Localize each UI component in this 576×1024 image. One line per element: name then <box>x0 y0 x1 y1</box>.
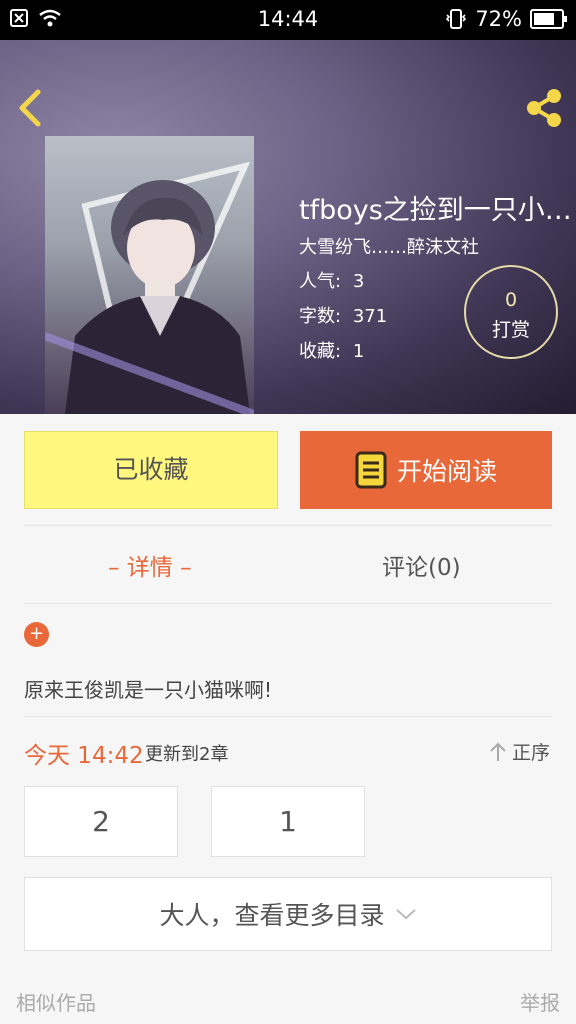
chevron-left-icon <box>19 89 41 127</box>
stat-value: 371 <box>352 306 388 327</box>
expand-button[interactable]: + <box>24 622 49 647</box>
sort-order-label: 正序 <box>512 742 551 764</box>
book-author[interactable]: 大雪纷飞……醉沫文社 <box>299 233 479 259</box>
view-more-label: 大人，查看更多目录 <box>159 901 385 930</box>
book-cover[interactable] <box>45 136 254 414</box>
favorited-button[interactable]: 已收藏 <box>24 431 278 509</box>
stat-label: 字数: <box>299 306 342 327</box>
tab-detail[interactable]: – 详情 – <box>108 548 192 582</box>
divider <box>24 603 552 604</box>
reward-count: 0 <box>504 289 518 311</box>
stat-value: 3 <box>352 271 365 292</box>
similar-works-heading: 相似作品 <box>16 991 96 1015</box>
view-more-catalog-button[interactable]: 大人，查看更多目录 <box>24 877 552 951</box>
stat-label: 人气: <box>299 271 342 292</box>
book-description: 原来王俊凯是一只小猫咪啊! <box>24 678 273 702</box>
status-bar: 14:44 72% <box>0 0 576 40</box>
chapter-item[interactable]: 1 <box>211 786 365 857</box>
vibrate-icon <box>446 9 467 29</box>
stat-favorites: 收藏: 1 <box>299 337 364 363</box>
battery-percent: 72% <box>475 7 522 31</box>
stat-word-count: 字数: 371 <box>299 302 387 328</box>
start-reading-label: 开始阅读 <box>396 457 497 486</box>
back-button[interactable] <box>12 88 48 128</box>
cover-illustration <box>45 161 254 414</box>
sort-order-button[interactable]: 正序 <box>488 738 550 765</box>
divider <box>24 716 552 717</box>
tab-comments[interactable]: 评论(0) <box>382 548 461 582</box>
stat-label: 收藏: <box>299 341 342 362</box>
reward-label: 打赏 <box>491 319 530 341</box>
divider <box>24 525 552 526</box>
battery-icon <box>530 9 567 29</box>
share-button[interactable] <box>522 86 566 130</box>
stat-popularity: 人气: 3 <box>299 267 364 293</box>
update-time: 今天 14:42 <box>24 743 144 769</box>
chapter-item[interactable]: 2 <box>24 786 178 857</box>
arrow-up-icon <box>490 742 506 761</box>
reward-button[interactable]: 0 打赏 <box>464 265 558 359</box>
stat-value: 1 <box>352 341 365 362</box>
status-right: 72% <box>445 7 567 31</box>
chevron-down-icon <box>395 909 416 920</box>
report-button[interactable]: 举报 <box>520 987 560 1016</box>
share-icon <box>527 89 561 127</box>
book-icon <box>355 451 387 489</box>
update-text: 更新到2章 <box>145 744 229 765</box>
book-title: tfboys之捡到一只小… <box>299 195 572 226</box>
book-header: tfboys之捡到一只小… 大雪纷飞……醉沫文社 人气: 3 字数: 371 收… <box>0 40 576 414</box>
start-reading-button[interactable]: 开始阅读 <box>300 431 552 509</box>
